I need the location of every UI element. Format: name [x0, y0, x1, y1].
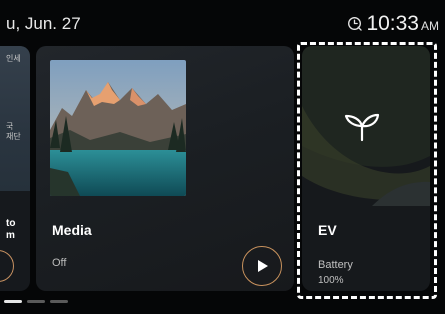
album-art-image — [50, 60, 186, 196]
page-dot — [50, 300, 68, 303]
ev-title: EV — [318, 222, 337, 238]
clock-time: 10:33 — [366, 12, 419, 35]
battery-label: Battery — [318, 259, 353, 271]
partial-card-text: 재단 — [6, 132, 21, 141]
partial-card-left[interactable]: 인세 국 재단 to m — [0, 46, 30, 291]
date-label: u, Jun. 27 — [6, 14, 81, 33]
partial-card-title: to m — [6, 218, 16, 241]
connected-clock-icon — [348, 17, 363, 31]
partial-card-thumbnail — [0, 46, 30, 191]
play-icon — [258, 260, 268, 272]
ev-card[interactable]: EV Battery 100% — [302, 46, 430, 291]
clock: 10:33 AM — [347, 12, 439, 36]
leaf-sprout-icon — [344, 113, 380, 142]
media-card[interactable]: Media Off — [36, 46, 294, 291]
clock-ampm: AM — [421, 19, 439, 33]
page-dot — [4, 300, 22, 303]
page-indicator — [4, 300, 68, 303]
partial-card-text: 인세 — [6, 54, 21, 63]
page-dot — [27, 300, 45, 303]
ev-card-background — [302, 46, 430, 206]
play-button[interactable] — [242, 246, 282, 286]
battery-value: 100% — [318, 275, 344, 286]
partial-card-text: 국 — [6, 122, 14, 131]
media-title: Media — [52, 222, 92, 238]
partial-card-button[interactable] — [0, 250, 14, 282]
media-status: Off — [52, 257, 67, 269]
